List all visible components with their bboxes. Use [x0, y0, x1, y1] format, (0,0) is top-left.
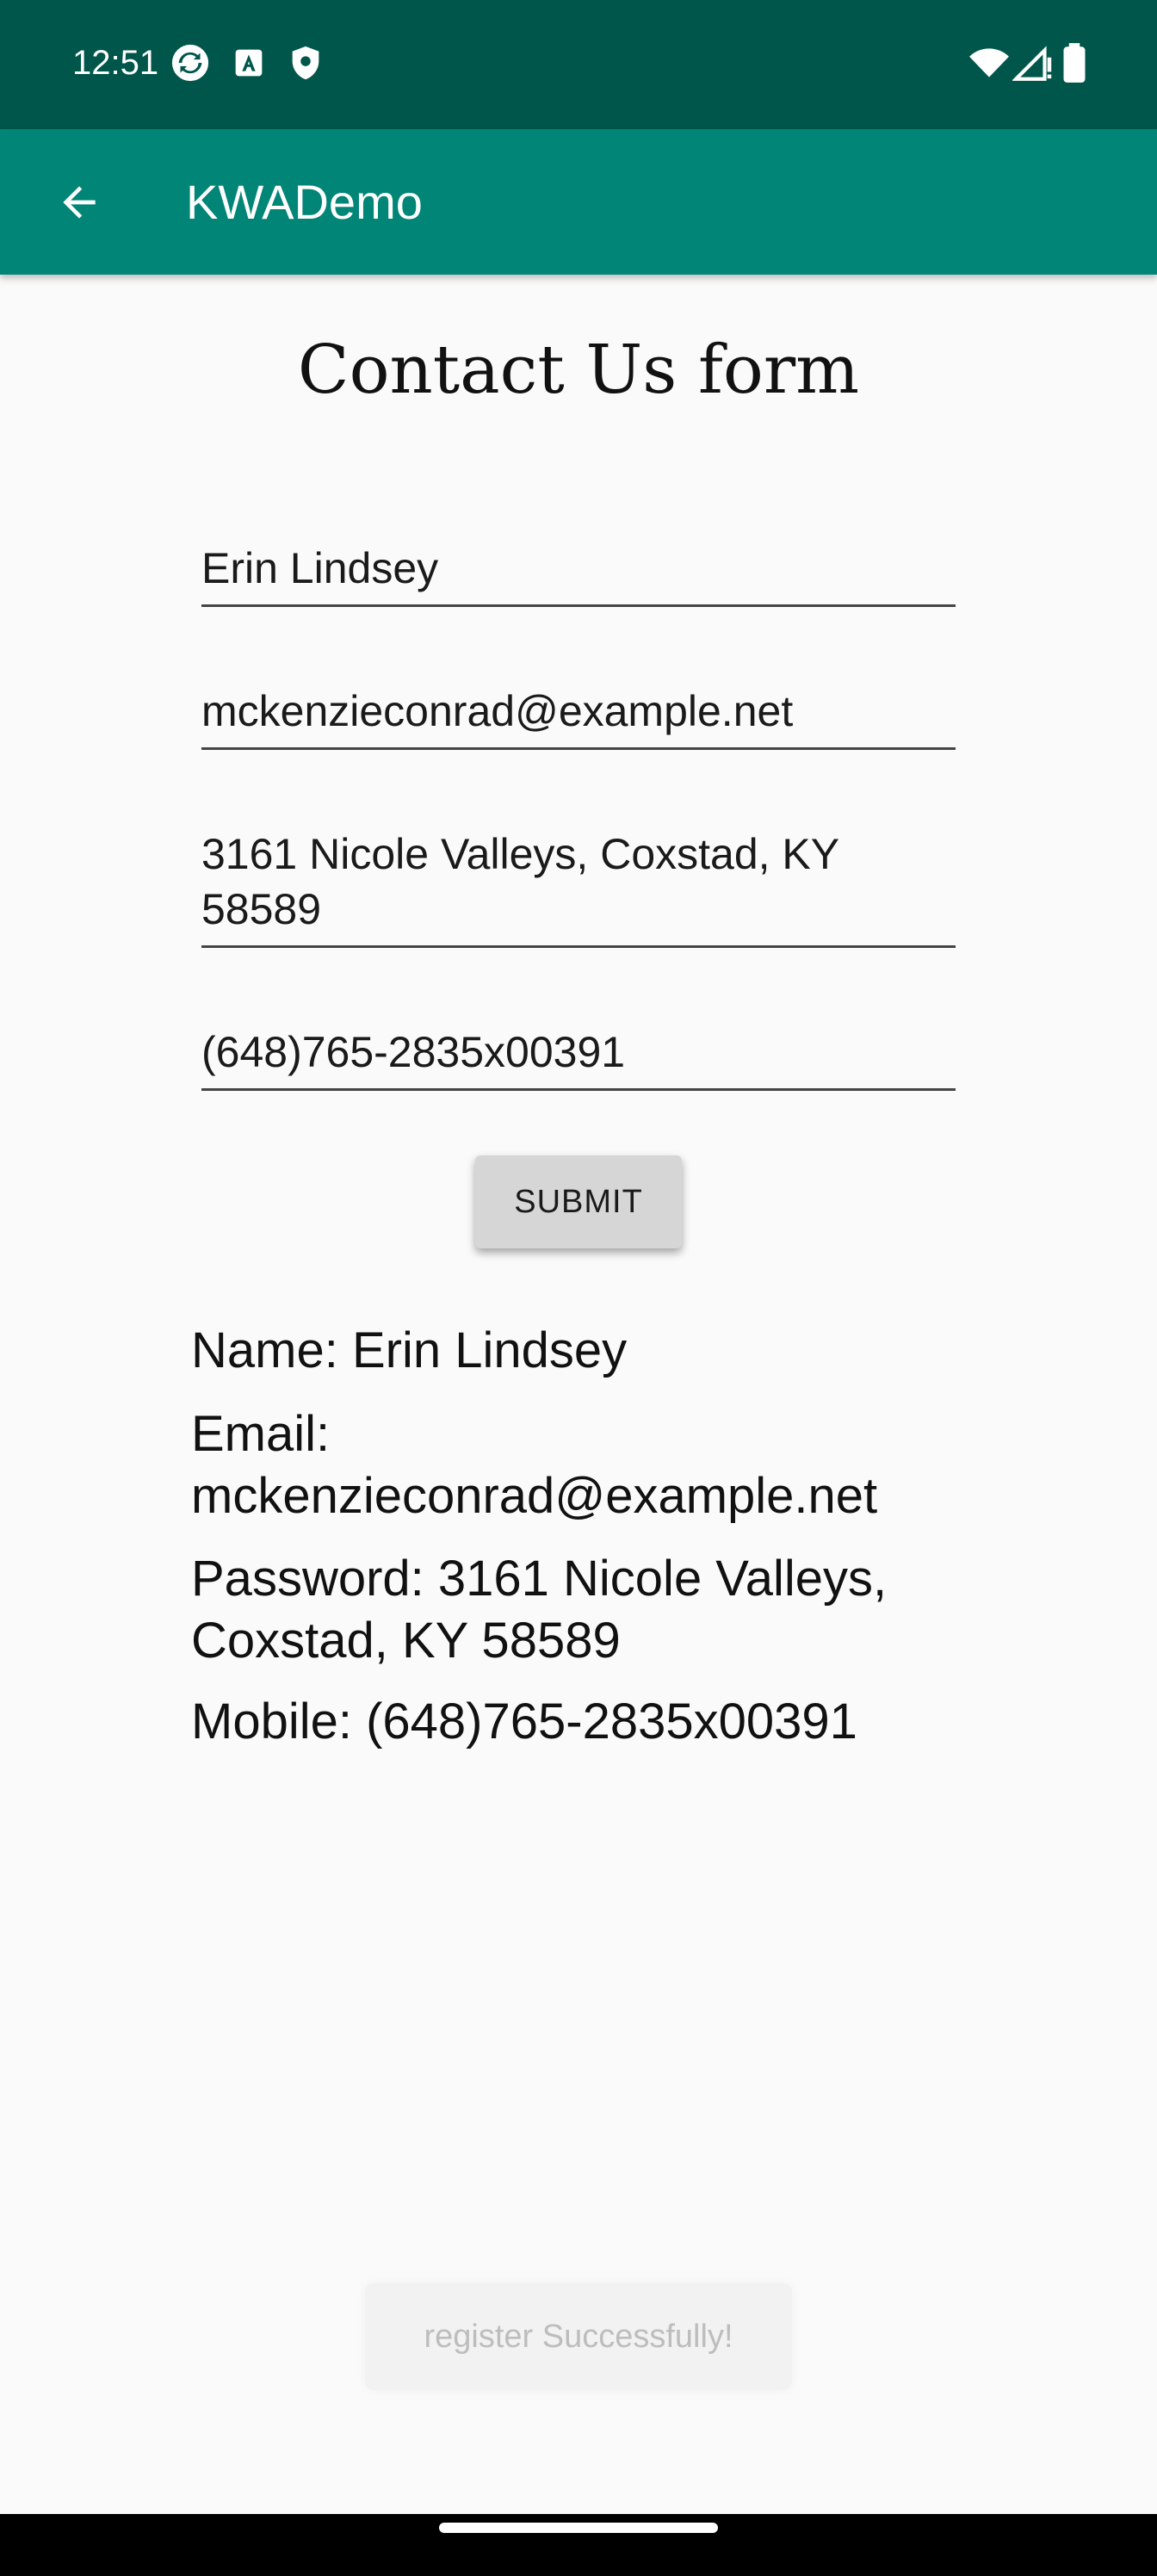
email-field[interactable]: mckenzieconrad@example.net	[201, 684, 956, 750]
app-title: KWADemo	[186, 175, 423, 229]
address-field-line-2: 58589	[201, 885, 322, 933]
battery-icon	[1057, 41, 1092, 84]
result-mobile-text: Mobile: (648)765-2835x00391	[191, 1694, 857, 1749]
address-field[interactable]: 3161 Nicole Valleys, Coxstad, KY 58589	[201, 827, 956, 948]
result-password: Password: 3161 Nicole Valleys, Coxstad, …	[191, 1548, 966, 1672]
result-email-label: Email:	[191, 1406, 331, 1462]
result-email: Email: mckenzieconrad@example.net	[191, 1403, 966, 1527]
mobile-field[interactable]: (648)765-2835x00391	[201, 1025, 956, 1091]
result-mobile: Mobile: (648)765-2835x00391	[191, 1691, 966, 1753]
toast-message: register Successfully!	[365, 2283, 792, 2390]
result-password-line-2: Coxstad, KY 58589	[191, 1613, 621, 1669]
wifi-icon	[968, 41, 1011, 84]
status-time: 12:51	[72, 44, 159, 82]
status-bar: 12:51	[0, 0, 1157, 129]
back-button[interactable]	[34, 158, 124, 247]
text-a-icon	[229, 43, 269, 83]
result-name: Name: Erin Lindsey	[191, 1320, 966, 1382]
result-password-line-1: Password: 3161 Nicole Valleys,	[191, 1551, 888, 1607]
email-field-value: mckenzieconrad@example.net	[201, 687, 794, 735]
name-field-value: Erin Lindsey	[201, 544, 439, 592]
app-bar: KWADemo	[0, 129, 1157, 275]
shield-icon	[286, 43, 325, 83]
mobile-field-value: (648)765-2835x00391	[201, 1028, 626, 1076]
submit-button[interactable]: SUBMIT	[475, 1155, 682, 1248]
home-gesture-handle[interactable]	[439, 2523, 718, 2533]
sync-icon	[170, 43, 210, 83]
name-field[interactable]: Erin Lindsey	[201, 541, 956, 607]
result-name-text: Name: Erin Lindsey	[191, 1322, 628, 1378]
cellular-signal-icon	[1012, 41, 1055, 84]
arrow-back-icon	[63, 186, 96, 219]
page-title: Contact Us form	[297, 331, 860, 409]
address-field-line-1: 3161 Nicole Valleys, Coxstad, KY	[201, 830, 840, 878]
result-email-value: mckenzieconrad@example.net	[191, 1468, 878, 1524]
